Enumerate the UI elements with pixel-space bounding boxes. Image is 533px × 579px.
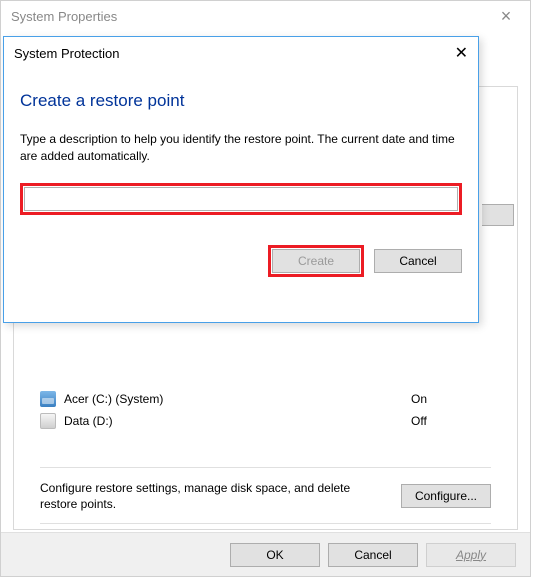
dialog-create-button[interactable]: Create [272, 249, 360, 273]
drive-list: Acer (C:) (System) On Data (D:) Off [40, 388, 491, 432]
drive-row[interactable]: Acer (C:) (System) On [40, 388, 491, 410]
drive-row[interactable]: Data (D:) Off [40, 410, 491, 432]
description-input-highlight [20, 183, 462, 215]
create-button-highlight: Create [268, 245, 364, 277]
sysprops-title: System Properties [11, 9, 117, 24]
drive-icon [40, 413, 56, 429]
drive-icon [40, 391, 56, 407]
configure-button[interactable]: Configure... [401, 484, 491, 508]
dialog-description: Type a description to help you identify … [20, 131, 462, 165]
apply-button: Apply [426, 543, 516, 567]
ok-button[interactable]: OK [230, 543, 320, 567]
dialog-cancel-button[interactable]: Cancel [374, 249, 462, 273]
dialog-titlebar: System Protection ✕ [4, 37, 478, 69]
divider [40, 523, 491, 524]
close-icon[interactable]: × [492, 6, 520, 27]
dialog-buttons: Create Cancel [20, 245, 462, 277]
sysprops-titlebar: System Properties × [1, 1, 530, 31]
close-icon[interactable]: ✕ [438, 43, 468, 63]
dialog-heading: Create a restore point [20, 91, 462, 111]
dialog-title: System Protection [14, 46, 120, 61]
dialog-button-bar: OK Cancel Apply [1, 532, 530, 576]
partial-hidden-button [482, 204, 514, 226]
system-protection-dialog: System Protection ✕ Create a restore poi… [3, 36, 479, 323]
drive-status: Off [411, 414, 491, 428]
divider [40, 467, 491, 468]
configure-row: Configure restore settings, manage disk … [40, 480, 491, 512]
drive-name: Data (D:) [64, 414, 411, 428]
configure-text: Configure restore settings, manage disk … [40, 480, 389, 512]
drive-status: On [411, 392, 491, 406]
restore-point-description-input[interactable] [24, 187, 458, 211]
dialog-body: Create a restore point Type a descriptio… [4, 69, 478, 291]
drive-name: Acer (C:) (System) [64, 392, 411, 406]
cancel-button[interactable]: Cancel [328, 543, 418, 567]
